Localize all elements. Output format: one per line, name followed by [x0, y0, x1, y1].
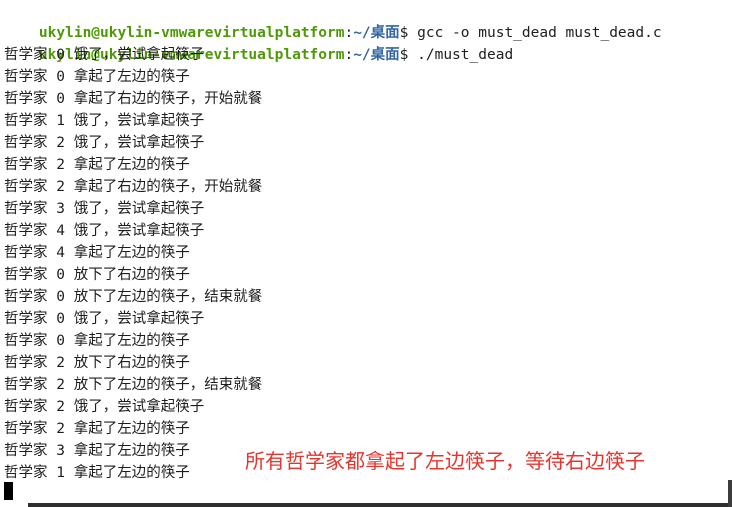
terminal-window[interactable]: ukylin@ukylin-vmwarevirtualplatform:~/桌面…	[0, 0, 732, 507]
annotation-note: 所有哲学家都拿起了左边筷子，等待右边筷子	[245, 449, 645, 473]
output-line: 哲学家 2 拿起了左边的筷子	[4, 157, 190, 173]
output-line: 哲学家 2 拿起了右边的筷子，开始就餐	[4, 179, 263, 195]
output-line: 哲学家 0 拿起了左边的筷子	[4, 333, 190, 349]
command-text: ./must_dead	[417, 47, 514, 63]
output-line: 哲学家 1 拿起了左边的筷子	[4, 465, 190, 481]
output-line: 哲学家 2 放下了右边的筷子	[4, 355, 190, 371]
output-line: 哲学家 0 拿起了右边的筷子，开始就餐	[4, 91, 263, 107]
output-line: 哲学家 2 饿了，尝试拿起筷子	[4, 399, 205, 415]
output-line: 哲学家 3 拿起了左边的筷子	[4, 443, 190, 459]
text-cursor	[4, 482, 13, 500]
output-line: 哲学家 2 饿了，尝试拿起筷子	[4, 135, 205, 151]
output-line: 哲学家 0 饿了，尝试拿起筷子	[4, 47, 205, 63]
prompt-line-2: ukylin@ukylin-vmwarevirtualplatform:~/桌面…	[4, 22, 513, 63]
output-line: 哲学家 0 拿起了左边的筷子	[4, 69, 190, 85]
output-line: 哲学家 4 饿了，尝试拿起筷子	[4, 223, 205, 239]
output-line: 哲学家 1 饿了，尝试拿起筷子	[4, 113, 205, 129]
prompt-separator: :	[344, 47, 354, 63]
output-line: 哲学家 3 饿了，尝试拿起筷子	[4, 201, 205, 217]
output-line: 哲学家 0 放下了右边的筷子	[4, 267, 190, 283]
output-line: 哲学家 4 拿起了左边的筷子	[4, 245, 190, 261]
prompt-line-1: ukylin@ukylin-vmwarevirtualplatform:~/桌面…	[4, 0, 662, 41]
prompt-path: ~/桌面	[353, 47, 400, 63]
output-line: 哲学家 0 饿了，尝试拿起筷子	[4, 311, 205, 327]
output-line: 哲学家 0 放下了左边的筷子，结束就餐	[4, 289, 263, 305]
scrollbar-edge[interactable]	[728, 480, 732, 507]
prompt-symbol: $	[399, 47, 418, 63]
output-line: 哲学家 2 放下了左边的筷子，结束就餐	[4, 377, 263, 393]
bottom-border	[28, 503, 732, 507]
output-line: 哲学家 2 拿起了左边的筷子	[4, 421, 190, 437]
